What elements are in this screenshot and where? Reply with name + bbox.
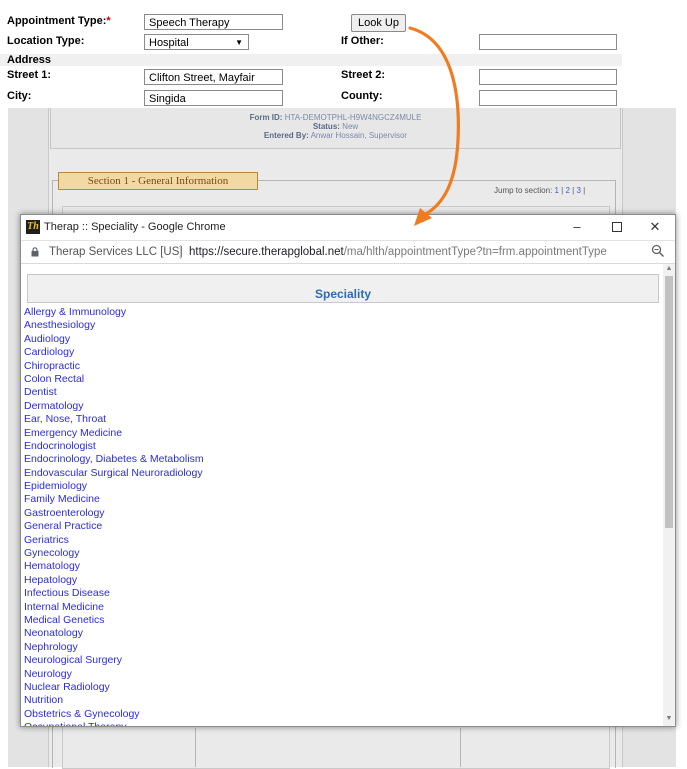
form-id-line: Form ID: HTA-DEMOTPHL-H9W4NGCZ4MULE bbox=[51, 113, 620, 122]
speciality-popup-window[interactable]: Th Therap :: Speciality - Google Chrome … bbox=[20, 214, 676, 727]
if-other-label: If Other: bbox=[341, 35, 384, 47]
zoom-icon[interactable] bbox=[651, 244, 665, 258]
address-bar[interactable]: Therap Services LLC [US] https://secure.… bbox=[21, 241, 675, 264]
therap-logo-icon: Th bbox=[26, 220, 40, 234]
location-type-value: Hospital bbox=[149, 37, 189, 49]
location-type-select[interactable]: Hospital ▼ bbox=[144, 34, 249, 50]
speciality-link[interactable]: Nephrology bbox=[24, 641, 204, 654]
speciality-link[interactable]: Occupational Therapy bbox=[24, 721, 204, 726]
speciality-link[interactable]: Endovascular Surgical Neuroradiology bbox=[24, 467, 204, 480]
street2-label: Street 2: bbox=[341, 69, 386, 81]
minimize-icon[interactable]: – bbox=[567, 218, 587, 236]
entered-by-line: Entered By: Anwar Hossain, Supervisor bbox=[51, 131, 620, 140]
speciality-list: Allergy & Immunology Anesthesiology Audiol… bbox=[24, 306, 204, 726]
background-divider-left bbox=[195, 728, 196, 767]
speciality-link[interactable]: Gynecology bbox=[24, 547, 204, 560]
speciality-link[interactable]: Infectious Disease bbox=[24, 587, 204, 600]
speciality-link[interactable]: Obstetrics & Gynecology bbox=[24, 708, 204, 721]
city-label: City: bbox=[7, 90, 32, 102]
speciality-link[interactable]: Gastroenterology bbox=[24, 507, 204, 520]
popup-window-title: Therap :: Speciality - Google Chrome bbox=[44, 221, 226, 233]
street2-field[interactable] bbox=[479, 69, 617, 85]
street1-label: Street 1: bbox=[7, 69, 52, 81]
jump-label: Jump to section: bbox=[494, 186, 553, 195]
required-mark: * bbox=[106, 15, 111, 27]
url-path: /ma/hlth/appointmentType?tn=frm.appointm… bbox=[343, 246, 607, 258]
annotation-arrow bbox=[408, 26, 460, 226]
address-header-bar bbox=[0, 54, 622, 66]
speciality-link[interactable]: Hematology bbox=[24, 560, 204, 573]
speciality-header: Speciality bbox=[314, 287, 372, 301]
status-value: New bbox=[342, 122, 359, 131]
jump-link-3[interactable]: 3 bbox=[576, 186, 580, 195]
popup-title-bar[interactable]: Th Therap :: Speciality - Google Chrome … bbox=[21, 215, 675, 241]
speciality-link[interactable]: Hepatology bbox=[24, 574, 204, 587]
speciality-link[interactable]: Audiology bbox=[24, 333, 204, 346]
location-type-label: Location Type: bbox=[7, 35, 85, 47]
status-label: Status: bbox=[312, 122, 340, 131]
speciality-link[interactable]: Neurology bbox=[24, 668, 204, 681]
scrollbar-thumb[interactable] bbox=[665, 276, 673, 528]
appointment-type-field[interactable]: Speech Therapy bbox=[144, 14, 283, 30]
jump-link-1[interactable]: 1 bbox=[554, 186, 558, 195]
speciality-link[interactable]: Geriatrics bbox=[24, 534, 204, 547]
popup-scrollbar[interactable]: ▲ ▼ bbox=[663, 264, 675, 726]
speciality-header-box: Speciality bbox=[27, 274, 659, 303]
close-icon[interactable]: ✕ bbox=[645, 218, 665, 236]
jump-to-section: Jump to section: 1 | 2 | 3 | bbox=[494, 186, 586, 195]
status-line: Status: New bbox=[51, 122, 620, 131]
url-separator bbox=[180, 245, 181, 259]
site-identity[interactable]: Therap Services LLC [US] bbox=[49, 241, 183, 263]
speciality-link[interactable]: Nuclear Radiology bbox=[24, 681, 204, 694]
speciality-link[interactable]: Endocrinology, Diabetes & Metabolism bbox=[24, 453, 204, 466]
jump-link-2[interactable]: 2 bbox=[565, 186, 569, 195]
speciality-link[interactable]: Internal Medicine bbox=[24, 601, 204, 614]
url-text[interactable]: https://secure.therapglobal.net/ma/hlth/… bbox=[189, 241, 607, 263]
speciality-link[interactable]: Endocrinologist bbox=[24, 440, 204, 453]
appointment-type-label-text: Appointment Type: bbox=[7, 15, 107, 27]
look-up-button[interactable]: Look Up bbox=[351, 14, 406, 32]
speciality-link[interactable]: Allergy & Immunology bbox=[24, 306, 204, 319]
section-1-tab[interactable]: Section 1 - General Information bbox=[58, 172, 258, 190]
speciality-link[interactable]: Family Medicine bbox=[24, 493, 204, 506]
scroll-down-arrow-icon[interactable]: ▼ bbox=[665, 715, 673, 722]
county-field[interactable] bbox=[479, 90, 617, 106]
maximize-icon[interactable] bbox=[607, 218, 627, 236]
if-other-field[interactable] bbox=[479, 34, 617, 50]
speciality-link[interactable]: Chiropractic bbox=[24, 360, 204, 373]
url-host: https://secure.therapglobal.net bbox=[189, 246, 344, 258]
speciality-link[interactable]: Emergency Medicine bbox=[24, 427, 204, 440]
speciality-link[interactable]: Dermatology bbox=[24, 400, 204, 413]
entered-by-label: Entered By: bbox=[263, 131, 309, 140]
speciality-link[interactable]: General Practice bbox=[24, 520, 204, 533]
speciality-link[interactable]: Medical Genetics bbox=[24, 614, 204, 627]
entered-by-value: Anwar Hossain, Supervisor bbox=[310, 131, 408, 140]
speciality-link[interactable]: Anesthesiology bbox=[24, 319, 204, 332]
street1-field[interactable]: Clifton Street, Mayfair bbox=[144, 69, 283, 85]
lock-icon bbox=[31, 247, 39, 257]
speciality-link[interactable]: Epidemiology bbox=[24, 480, 204, 493]
speciality-link[interactable]: Ear, Nose, Throat bbox=[24, 413, 204, 426]
speciality-link[interactable]: Cardiology bbox=[24, 346, 204, 359]
maximize-square bbox=[612, 222, 622, 232]
background-divider-right bbox=[460, 728, 461, 767]
address-header: Address bbox=[7, 54, 52, 66]
dropdown-arrow-icon: ▼ bbox=[235, 38, 243, 47]
speciality-link[interactable]: Nutrition bbox=[24, 694, 204, 707]
speciality-link[interactable]: Colon Rectal bbox=[24, 373, 204, 386]
county-label: County: bbox=[341, 90, 383, 102]
speciality-link[interactable]: Dentist bbox=[24, 386, 204, 399]
speciality-link[interactable]: Neurological Surgery bbox=[24, 654, 204, 667]
speciality-link[interactable]: Neonatology bbox=[24, 627, 204, 640]
popup-content: Speciality Allergy & Immunology Anesthesi… bbox=[21, 264, 663, 726]
city-field[interactable]: Singida bbox=[144, 90, 283, 106]
appointment-type-label: Appointment Type:* bbox=[7, 15, 111, 27]
form-id-label: Form ID: bbox=[249, 113, 283, 122]
form-info-box: Form ID: HTA-DEMOTPHL-H9W4NGCZ4MULE Stat… bbox=[50, 108, 621, 149]
scroll-up-arrow-icon[interactable]: ▲ bbox=[665, 265, 673, 272]
